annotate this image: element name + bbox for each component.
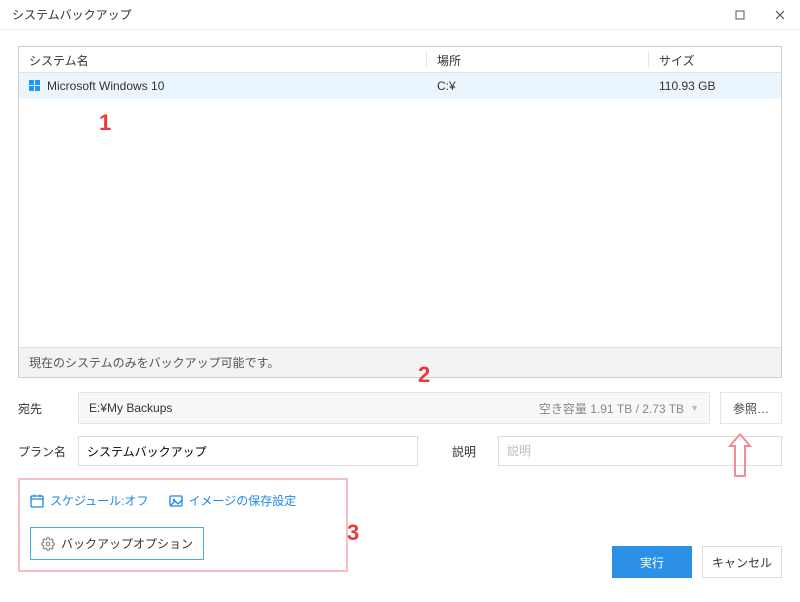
destination-selector[interactable]: E:¥My Backups 空き容量 1.91 TB / 2.73 TB ▼ — [78, 392, 710, 424]
header-system-name[interactable]: システム名 — [19, 47, 427, 72]
content-area: システム名 場所 サイズ Microsoft Windows 10 — [0, 30, 800, 582]
description-label: 説明 — [452, 443, 488, 460]
cancel-button[interactable]: キャンセル — [702, 546, 782, 578]
cell-system-name: Microsoft Windows 10 — [19, 79, 427, 93]
free-space-value: 空き容量 1.91 TB / 2.73 TB — [539, 400, 684, 417]
header-size[interactable]: サイズ — [649, 47, 781, 72]
action-buttons: 実行 キャンセル — [612, 546, 782, 578]
backup-options-button[interactable]: バックアップオプション — [30, 527, 204, 560]
table-footer-note: 現在のシステムのみをバックアップ可能です。 — [19, 347, 781, 377]
options-group: スケジュール:オフ イメージの保存設定 バックアップオプション — [18, 478, 348, 572]
browse-button[interactable]: 参照… — [720, 392, 782, 424]
destination-path: E:¥My Backups — [89, 401, 172, 415]
plan-label: プラン名 — [18, 443, 68, 460]
maximize-button[interactable] — [720, 0, 760, 29]
options-links: スケジュール:オフ イメージの保存設定 — [30, 492, 336, 509]
window-title: システムバックアップ — [12, 6, 720, 23]
run-button[interactable]: 実行 — [612, 546, 692, 578]
windows-icon — [29, 80, 41, 92]
destination-label: 宛先 — [18, 400, 68, 417]
plan-name-input[interactable] — [78, 436, 418, 466]
calendar-icon — [30, 494, 44, 508]
system-table: システム名 場所 サイズ Microsoft Windows 10 — [18, 46, 782, 378]
cell-location: C:¥ — [427, 79, 649, 93]
destination-row: 宛先 E:¥My Backups 空き容量 1.91 TB / 2.73 TB … — [18, 392, 782, 424]
plan-row: プラン名 説明 — [18, 436, 782, 466]
window-controls — [720, 0, 800, 29]
image-retain-link[interactable]: イメージの保存設定 — [169, 492, 297, 509]
backup-options-text: バックアップオプション — [61, 535, 193, 552]
schedule-link-text: スケジュール:オフ — [50, 492, 149, 509]
close-button[interactable] — [760, 0, 800, 29]
chevron-down-icon: ▼ — [690, 403, 699, 413]
table-header: システム名 場所 サイズ — [19, 47, 781, 73]
free-space-text: 空き容量 1.91 TB / 2.73 TB ▼ — [539, 400, 699, 417]
image-retain-link-text: イメージの保存設定 — [189, 492, 297, 509]
titlebar: システムバックアップ — [0, 0, 800, 30]
schedule-link[interactable]: スケジュール:オフ — [30, 492, 149, 509]
header-location[interactable]: 場所 — [427, 47, 649, 72]
description-input[interactable] — [498, 436, 782, 466]
cell-size: 110.93 GB — [649, 79, 781, 93]
cell-system-name-text: Microsoft Windows 10 — [47, 79, 164, 93]
gear-icon — [41, 537, 55, 551]
table-body: Microsoft Windows 10 C:¥ 110.93 GB — [19, 73, 781, 347]
image-icon — [169, 494, 183, 508]
table-row[interactable]: Microsoft Windows 10 C:¥ 110.93 GB — [19, 73, 781, 99]
